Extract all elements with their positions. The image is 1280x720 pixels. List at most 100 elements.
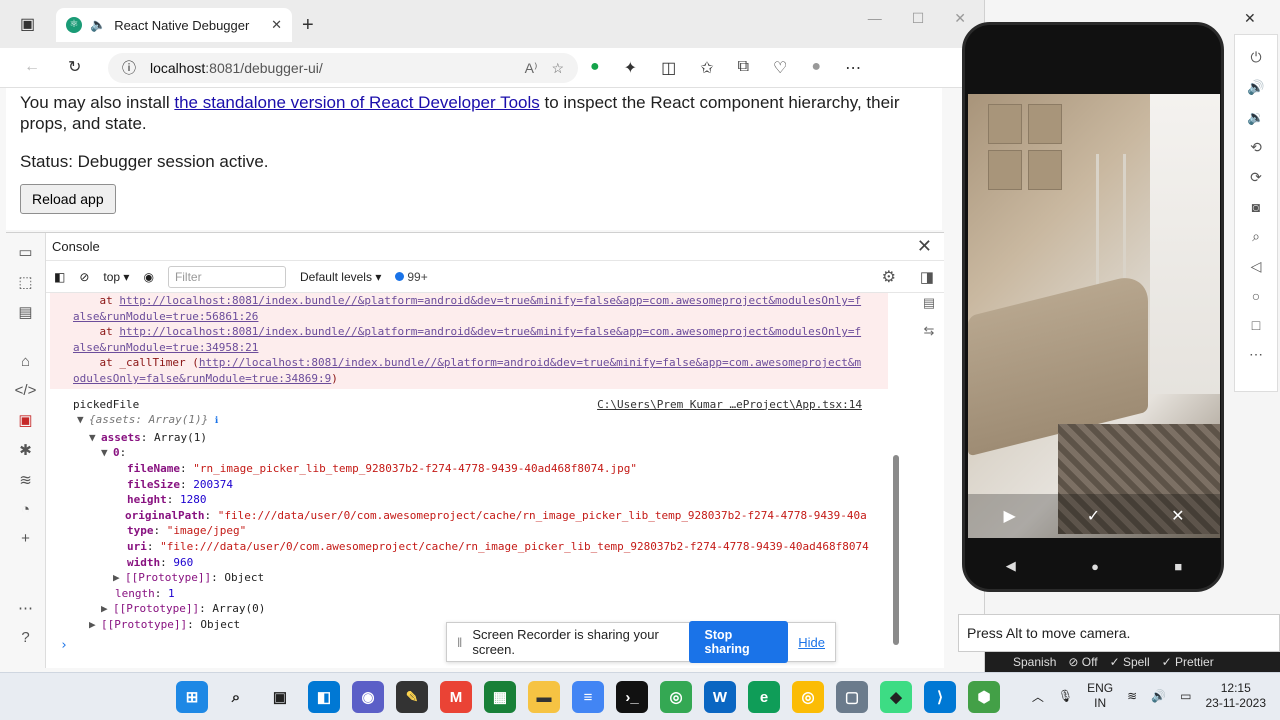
browser-tab[interactable]: ⚛ 🔈 React Native Debugger ✕ [56,8,292,42]
performance-gauge-icon[interactable]: ◔ [21,501,30,518]
split-screen-icon[interactable]: ◫ [661,58,676,78]
chrome-icon[interactable]: ◎ [660,681,692,713]
devtools-close-icon[interactable]: ✕ [917,236,932,257]
reload-app-button[interactable]: Reload app [20,184,116,214]
filter-panel-icon[interactable]: ⇆ [924,323,935,339]
language-indicator[interactable]: ENG IN [1087,681,1113,711]
back-icon[interactable]: ← [24,58,40,76]
stack-link[interactable]: http://localhost:8081/index.bundle//&pla… [199,356,861,369]
home-button-icon[interactable]: ○ [1252,288,1260,304]
dock-panel-icon[interactable]: ◨ [920,268,934,286]
more-options-icon[interactable]: ⋯ [1249,346,1263,363]
show-hidden-icon[interactable]: ︿ [1032,688,1044,705]
file-explorer-icon[interactable]: ▬ [528,681,560,713]
wifi-icon[interactable]: ≋ [1127,689,1137,703]
tab-actions-icon[interactable]: ▣ [20,14,35,34]
log-source-link[interactable]: C:\Users\Prem Kumar …eProject\App.tsx:14 [597,397,862,413]
android-studio-icon[interactable]: ◆ [880,681,912,713]
battery-icon[interactable]: ▭ [1180,689,1191,703]
window-icon[interactable]: ▤ [18,303,32,321]
nav-home-icon[interactable]: ● [1091,559,1099,574]
profile-avatar-icon[interactable]: ● [811,58,821,78]
power-icon[interactable]: ⏻ [1250,49,1261,66]
elements-icon[interactable]: </> [15,382,37,399]
clear-console-icon[interactable]: ⊘ [79,270,89,284]
play-icon[interactable]: ▶ [1003,506,1015,526]
tab-close-icon[interactable]: ✕ [271,17,282,33]
docs-icon[interactable]: ≡ [572,681,604,713]
live-expression-icon[interactable]: ◉ [143,270,153,284]
vscode-icon[interactable]: ⟩ [924,681,956,713]
devtools-link[interactable]: the standalone version of React Develope… [174,93,539,112]
widgets-icon[interactable]: ◧ [308,681,340,713]
zoom-icon[interactable]: ⌕ [1252,228,1260,245]
stack-link[interactable]: alse&runModule=true:34958:21 [73,341,258,354]
address-field[interactable]: ⓘ localhost:8081/debugger-ui/ A⁾ ☆ [108,53,578,83]
collections-icon[interactable]: ⧉ [738,58,749,78]
extensions-icon[interactable]: ✦ [624,58,637,78]
stop-sharing-button[interactable]: Stop sharing [688,621,789,663]
confirm-check-icon[interactable]: ✓ [1087,506,1100,526]
performance-icon[interactable]: ♡ [773,58,787,78]
context-select[interactable]: top ▾ [103,270,129,284]
object-summary[interactable]: {assets: Array(1)} [89,413,208,426]
back-button-icon[interactable]: ◁ [1251,258,1262,275]
maximize-icon[interactable]: ☐ [912,10,925,27]
camera-preview[interactable] [968,94,1220,538]
language-item[interactable]: Spanish [1013,655,1056,669]
bug-icon[interactable]: ✱ [19,441,32,459]
more-menu-icon[interactable]: ⋯ [845,58,861,78]
help-icon[interactable]: ? [21,629,29,646]
filter-input[interactable]: Filter [167,265,286,288]
console-icon[interactable]: ▣ [18,411,32,429]
clock[interactable]: 12:15 23-11-2023 [1206,681,1267,711]
rotate-right-icon[interactable]: ⟳ [1250,169,1262,186]
speaker-icon[interactable]: 🔈 [90,17,106,33]
home-icon[interactable]: ⌂ [21,353,30,370]
info-icon[interactable]: ℹ [215,416,218,426]
notes-icon[interactable]: ✎ [396,681,428,713]
node-icon[interactable]: ⬢ [968,681,1000,713]
microphone-icon[interactable]: 🎙 [1058,689,1073,703]
stack-link[interactable]: odulesOnly=false&runModule=true:34869:9 [73,372,331,385]
console-settings-icon[interactable]: ⚙ [882,267,896,287]
minimize-icon[interactable]: — [868,10,882,27]
prettier-item[interactable]: ✓ Prettier [1162,655,1214,669]
screenshot-icon[interactable]: ◙ [1252,199,1260,215]
network-icon[interactable]: ≋ [19,471,32,489]
nav-back-icon[interactable]: ◀ [1006,558,1016,574]
spell-off-item[interactable]: ⊘ Off [1068,655,1097,669]
search-icon[interactable]: ⌕ [220,681,252,713]
hide-button[interactable]: Hide [798,635,825,650]
stack-link[interactable]: alse&runModule=true:56861:26 [73,310,258,323]
start-icon[interactable]: ⊞ [176,681,208,713]
nav-recents-icon[interactable]: ■ [1174,559,1182,574]
window-close-icon[interactable]: ✕ [954,10,966,27]
camera-app-icon[interactable]: ▢ [836,681,868,713]
favorite-star-icon[interactable]: ☆ [551,60,564,77]
sheets-icon[interactable]: ▦ [484,681,516,713]
volume-down-icon[interactable]: 🔉 [1247,109,1264,126]
new-tab-icon[interactable]: + [302,14,314,37]
gmail-icon[interactable]: M [440,681,472,713]
stack-link[interactable]: http://localhost:8081/index.bundle//&pla… [119,325,861,338]
favorites-icon[interactable]: ✩ [700,58,713,78]
sidebar-toggle-icon[interactable]: ◧ [54,270,65,284]
issues-icon[interactable]: ▤ [923,295,935,311]
word-icon[interactable]: W [704,681,736,713]
site-info-icon[interactable]: ⓘ [122,58,136,78]
teams-icon[interactable]: ◉ [352,681,384,713]
refresh-icon[interactable]: ↻ [68,57,81,77]
volume-icon[interactable]: 🔊 [1151,689,1166,703]
add-tool-icon[interactable]: + [21,530,30,547]
spell-item[interactable]: ✓ Spell [1110,655,1150,669]
stack-link[interactable]: http://localhost:8081/index.bundle//&pla… [119,294,861,307]
edge-icon[interactable]: e [748,681,780,713]
chrome-profile-icon[interactable]: ◎ [792,681,824,713]
read-aloud-icon[interactable]: A⁾ [525,60,538,77]
device-icon[interactable]: ▭ [18,243,32,261]
overview-button-icon[interactable]: □ [1252,317,1260,333]
log-levels-select[interactable]: Default levels ▾ [300,270,381,284]
emulator-close-icon[interactable]: ✕ [1244,10,1256,27]
more-tools-icon[interactable]: ⋯ [18,599,33,617]
